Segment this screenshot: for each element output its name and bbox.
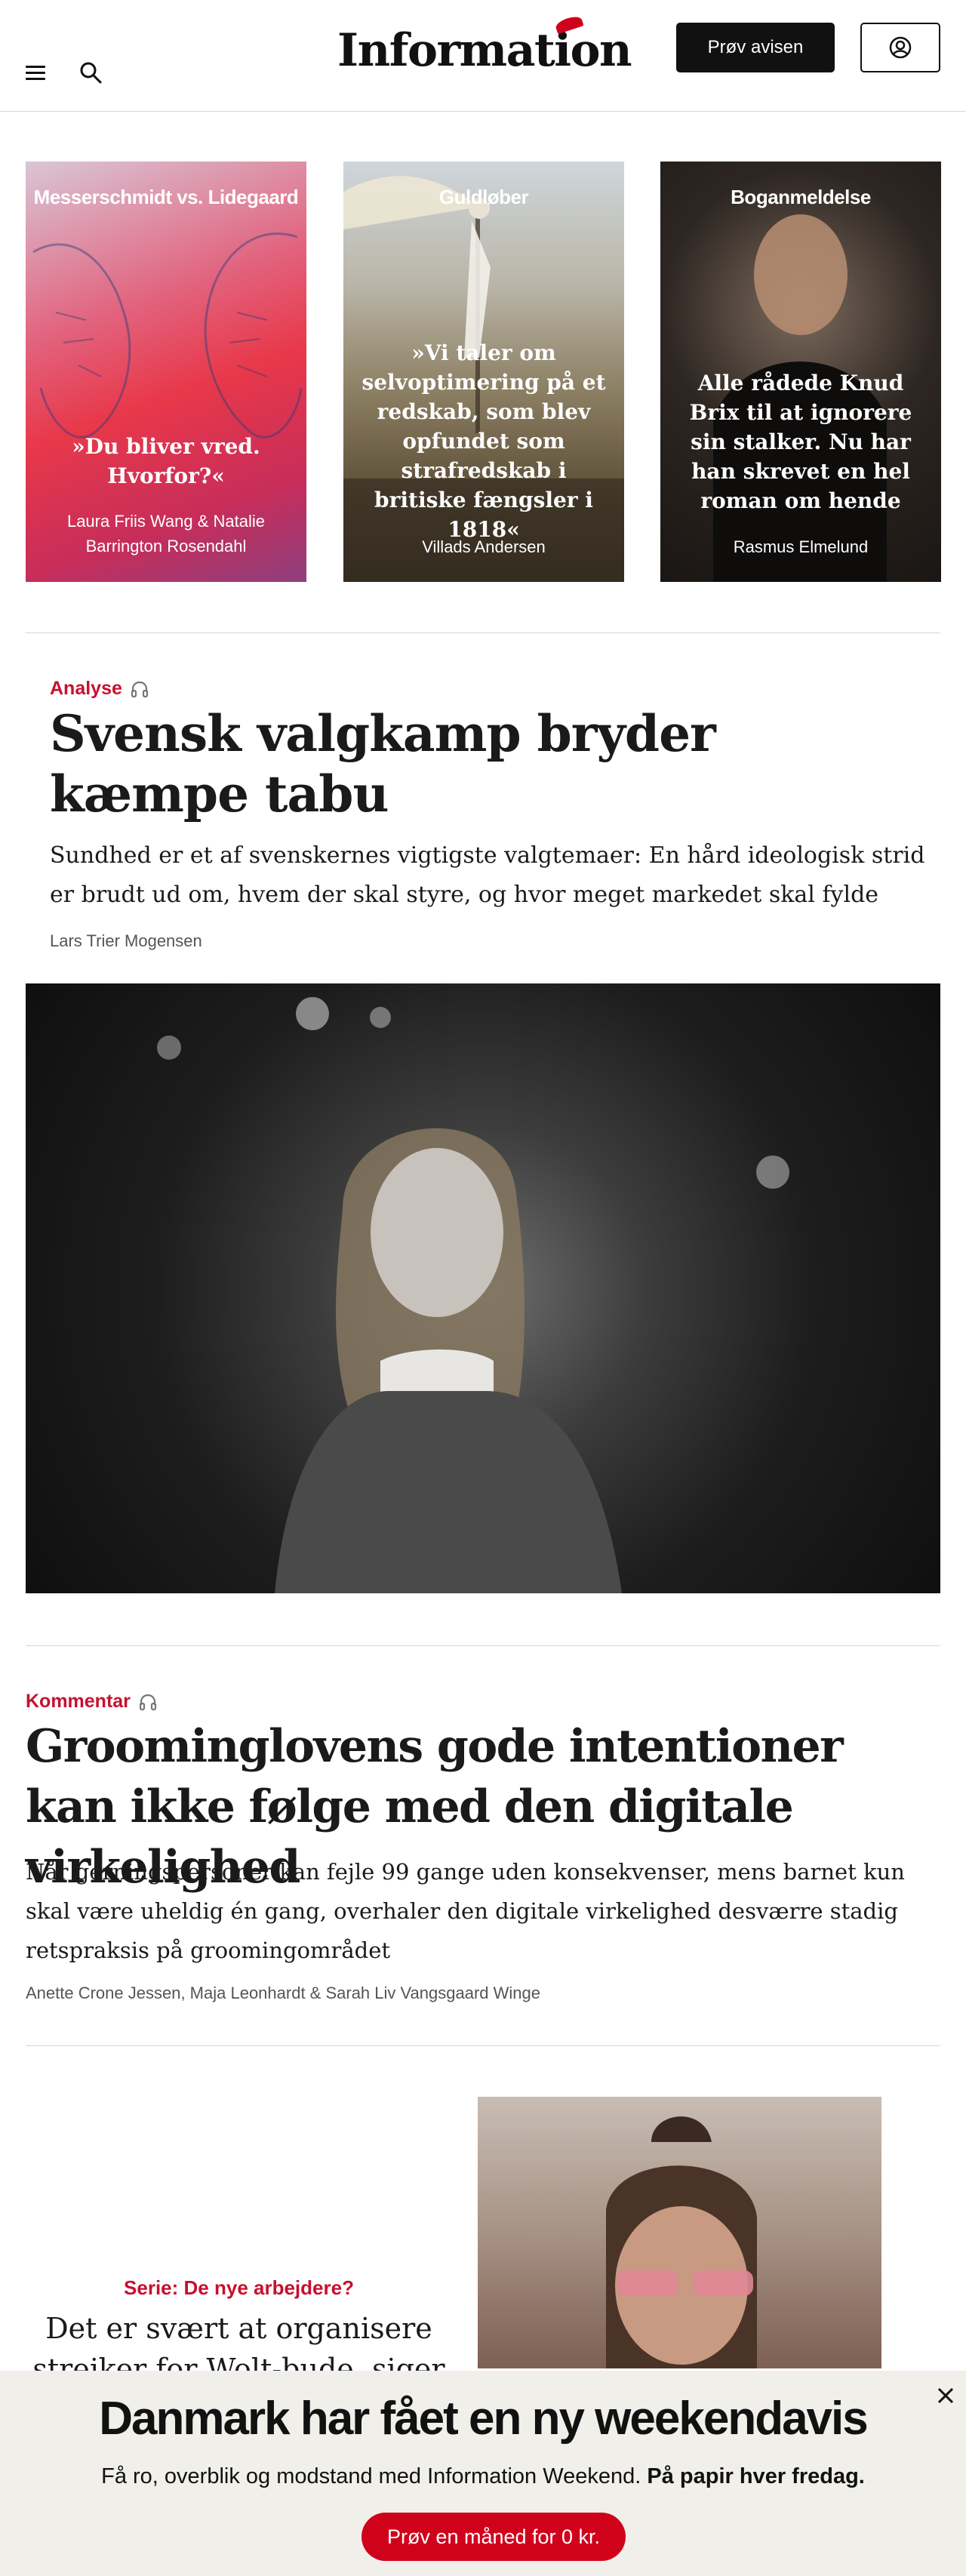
kicker-label: Kommentar xyxy=(26,1691,131,1712)
article-title[interactable]: Svensk valgkamp bryder kæmpe tabu xyxy=(50,703,910,824)
section-divider xyxy=(26,632,940,633)
banner-title: Danmark har fået en ny weekendavis xyxy=(99,2393,868,2445)
card-byline: Villads Andersen xyxy=(422,537,546,556)
section-divider xyxy=(26,1645,940,1646)
banner-text: Få ro, overblik og modstand med Informat… xyxy=(0,2464,966,2489)
card-headline: »Du bliver vred. Hvorfor?« xyxy=(72,434,260,488)
account-button[interactable] xyxy=(860,23,940,72)
try-newspaper-button[interactable]: Prøv avisen xyxy=(676,23,835,72)
site-header: Information Prøv avisen xyxy=(0,0,966,112)
teaser-card[interactable]: Guldløber »Vi taler om selvoptimering på… xyxy=(343,162,624,582)
article-byline: Anette Crone Jessen, Maja Leonhardt & Sa… xyxy=(26,1984,540,2002)
hamburger-icon[interactable] xyxy=(26,66,45,81)
card-kicker: Guldløber xyxy=(438,186,529,208)
card-byline: Laura Friis Wang & Natalie Barrington Ro… xyxy=(66,512,266,556)
article-kicker: Kommentar xyxy=(26,1691,158,1713)
kicker-label: Analyse xyxy=(50,678,122,699)
teaser-card[interactable]: Messerschmidt vs. Lidegaard »Du bliver v… xyxy=(26,162,306,582)
article-lead: Sundhed er et af svenskernes vigtigste v… xyxy=(50,842,925,908)
subscription-banner: Danmark har fået en ny weekendavis Få ro… xyxy=(0,2371,966,2576)
banner-text-bold: På papir hver fredag. xyxy=(647,2464,865,2488)
headphones-icon[interactable] xyxy=(138,1692,158,1712)
portrait-photo xyxy=(606,2116,757,2368)
teaser-card[interactable]: Boganmeldelse Alle rådede Knud Brix til … xyxy=(660,162,941,582)
article-lead: Når gerningspersoner kan fejle 99 gange … xyxy=(26,1859,905,1963)
article-image[interactable] xyxy=(478,2097,881,2368)
article-kicker: Serie: De nye arbejdere? xyxy=(124,2276,354,2299)
article-byline: Lars Trier Mogensen xyxy=(50,931,202,950)
card-headline: Alle rådede Knud Brix til at ignorere si… xyxy=(689,371,912,513)
card-byline: Rasmus Elmelund xyxy=(733,537,869,556)
article-image[interactable] xyxy=(26,983,940,1593)
section-divider xyxy=(26,2045,940,2046)
article-kicker: Analyse xyxy=(50,678,149,700)
headphones-icon[interactable] xyxy=(130,679,149,699)
banner-text-regular: Få ro, overblik og modstand med Informat… xyxy=(101,2464,641,2488)
card-headline: »Vi taler om selvoptimering på et redska… xyxy=(361,340,606,542)
site-logo[interactable]: Information xyxy=(337,17,632,85)
card-kicker: Messerschmidt vs. Lidegaard xyxy=(33,186,299,208)
user-icon xyxy=(889,36,912,59)
card-kicker: Boganmeldelse xyxy=(731,186,871,208)
portrait-photo xyxy=(157,997,789,1593)
trial-button[interactable]: Prøv en måned for 0 kr. xyxy=(361,2513,626,2561)
search-icon[interactable] xyxy=(78,60,103,85)
